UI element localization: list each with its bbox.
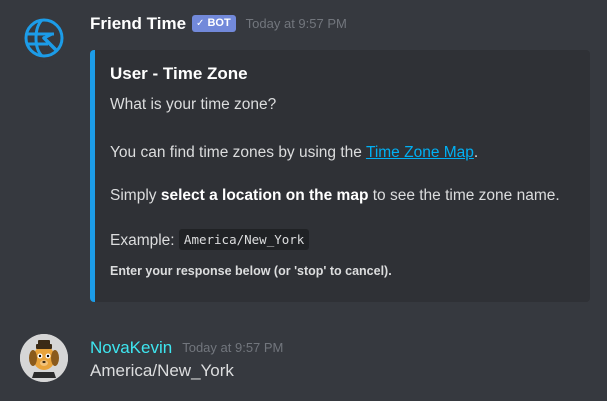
embed-simply-line: Simply select a location on the map to s… bbox=[110, 187, 560, 205]
embed-simply-prefix: Simply bbox=[110, 187, 161, 204]
embed-simply-bold: select a location on the map bbox=[160, 187, 369, 204]
embed-card: User - Time Zone What is your time zone?… bbox=[90, 50, 590, 302]
chat-area: Friend Time ✓ BOT Today at 9:57 PM User … bbox=[0, 0, 607, 401]
bot-tag-label: BOT bbox=[207, 17, 231, 29]
embed-footer: Enter your response below (or 'stop' to … bbox=[110, 264, 392, 278]
user-message-content: America/New_York bbox=[90, 361, 234, 380]
time-zone-map-link[interactable]: Time Zone Map bbox=[366, 144, 474, 161]
embed-example-line: Example: America/New_York bbox=[110, 229, 310, 250]
user-message-header: NovaKevin Today at 9:57 PM bbox=[90, 337, 283, 359]
user-avatar[interactable] bbox=[20, 334, 68, 382]
user-username[interactable]: NovaKevin bbox=[90, 337, 172, 359]
dog-avatar-icon bbox=[20, 334, 68, 382]
embed-find-prefix: You can find time zones by using the bbox=[110, 144, 366, 161]
user-message-timestamp: Today at 9:57 PM bbox=[182, 340, 284, 355]
embed-simply-suffix: to see the time zone name. bbox=[368, 187, 560, 204]
bot-message-header: Friend Time ✓ BOT Today at 9:57 PM bbox=[90, 13, 347, 35]
bot-avatar[interactable] bbox=[20, 14, 68, 62]
bot-tag: ✓ BOT bbox=[192, 14, 236, 32]
bot-username[interactable]: Friend Time bbox=[90, 13, 186, 35]
verified-check-icon: ✓ bbox=[196, 17, 205, 29]
embed-title: User - Time Zone bbox=[110, 64, 248, 83]
embed-question: What is your time zone? bbox=[110, 96, 277, 113]
globe-clock-icon bbox=[24, 18, 64, 58]
embed-find-line: You can find time zones by using the Tim… bbox=[110, 144, 478, 162]
embed-find-suffix: . bbox=[473, 144, 479, 161]
embed-example-code: America/New_York bbox=[178, 229, 310, 250]
bot-message-timestamp: Today at 9:57 PM bbox=[245, 16, 347, 31]
embed-example-label: Example: bbox=[110, 232, 179, 249]
